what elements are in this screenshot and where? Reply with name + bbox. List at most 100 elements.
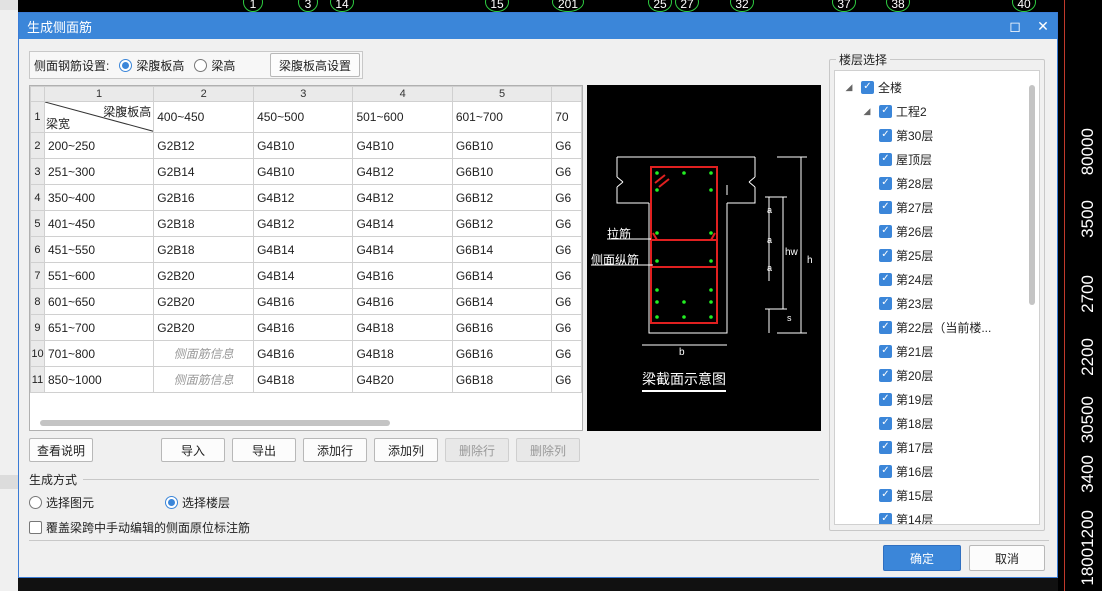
floor-item[interactable]: ✓ 第24层	[879, 267, 933, 291]
close-icon[interactable]: ✕	[1029, 13, 1057, 39]
rebar-cell[interactable]: G4B14	[253, 236, 354, 263]
rebar-cell[interactable]: G6	[551, 366, 582, 393]
floor-item[interactable]: ✓ 第15层	[879, 483, 933, 507]
rebar-cell[interactable]: G4B16	[253, 288, 354, 315]
checkbox-checked-icon[interactable]: ✓	[879, 488, 892, 502]
floor-item[interactable]: ✓ 第18层	[879, 411, 933, 435]
rebar-cell[interactable]: 侧面筋信息	[153, 366, 255, 393]
floor-item[interactable]: ✓ 第22层（当前楼...	[879, 315, 991, 339]
checkbox-checked-icon[interactable]: ✓	[879, 344, 892, 358]
row-number[interactable]: 3	[30, 158, 45, 185]
col-number[interactable]: 4	[352, 86, 453, 102]
checkbox-checked-icon[interactable]: ✓	[879, 248, 892, 262]
rebar-cell[interactable]: G4B10	[253, 132, 354, 159]
rebar-cell[interactable]: G4B18	[352, 314, 453, 341]
radio-beam-height[interactable]: 梁高	[194, 57, 235, 74]
tree-project-item[interactable]: ◢ ✓ 工程2	[861, 99, 927, 123]
rebar-cell[interactable]: G6B10	[451, 158, 553, 185]
rebar-cell[interactable]: G4B14	[352, 210, 453, 237]
col-number[interactable]	[551, 86, 582, 102]
rebar-cell[interactable]: G6	[551, 210, 582, 237]
beam-width-cell[interactable]: 350~400	[43, 184, 155, 211]
rebar-cell[interactable]: G6B14	[451, 288, 553, 315]
floor-item[interactable]: ✓ 第23层	[879, 291, 933, 315]
rebar-cell[interactable]: G4B10	[352, 132, 453, 159]
floor-item[interactable]: ✓ 第26层	[879, 219, 933, 243]
checkbox-checked-icon[interactable]: ✓	[879, 416, 892, 430]
horizontal-scrollbar[interactable]	[40, 420, 390, 426]
rebar-cell[interactable]: G4B14	[352, 236, 453, 263]
rebar-cell[interactable]: G6	[551, 288, 582, 315]
checkbox-checked-icon[interactable]: ✓	[879, 464, 892, 478]
checkbox-checked-icon[interactable]: ✓	[879, 224, 892, 238]
rebar-cell[interactable]: G2B20	[153, 288, 255, 315]
rebar-cell[interactable]: G4B16	[352, 288, 453, 315]
floor-item[interactable]: ✓ 第20层	[879, 363, 933, 387]
rebar-cell[interactable]: G2B14	[153, 158, 255, 185]
column-header[interactable]: 601~700	[451, 101, 553, 133]
column-header[interactable]: 400~450	[153, 101, 255, 133]
radio-select-element[interactable]: 选择图元	[29, 494, 155, 511]
beam-width-cell[interactable]: 551~600	[43, 262, 155, 289]
rebar-cell[interactable]: G4B12	[253, 184, 354, 211]
rebar-cell[interactable]: G4B12	[253, 210, 354, 237]
col-number[interactable]: 3	[253, 86, 354, 102]
rebar-cell[interactable]: 侧面筋信息	[153, 340, 255, 367]
column-header[interactable]: 70	[551, 101, 582, 133]
delete-row-button[interactable]: 删除行	[445, 438, 509, 462]
row-number[interactable]: 7	[30, 262, 45, 289]
row-number[interactable]: 10	[30, 340, 45, 367]
floor-item[interactable]: ✓ 屋顶层	[879, 147, 932, 171]
row-number[interactable]: 8	[30, 288, 45, 315]
checkbox-checked-icon[interactable]: ✓	[879, 104, 892, 118]
checkbox-checked-icon[interactable]: ✓	[879, 392, 892, 406]
rebar-cell[interactable]: G6B12	[451, 210, 553, 237]
row-number[interactable]: 5	[30, 210, 45, 237]
web-height-settings-button[interactable]: 梁腹板高设置	[270, 53, 360, 77]
row-number[interactable]: 11	[30, 366, 45, 393]
rebar-cell[interactable]: G6B14	[451, 236, 553, 263]
rebar-cell[interactable]: G6B10	[451, 132, 553, 159]
checkbox-checked-icon[interactable]: ✓	[861, 80, 874, 94]
diagonal-header-cell[interactable]: 梁腹板高 梁宽	[43, 101, 155, 133]
row-number[interactable]: 6	[30, 236, 45, 263]
add-row-button[interactable]: 添加行	[303, 438, 367, 462]
radio-select-floor[interactable]: 选择楼层	[165, 494, 230, 511]
import-button[interactable]: 导入	[161, 438, 225, 462]
rebar-cell[interactable]: G6B18	[451, 366, 553, 393]
rebar-cell[interactable]: G4B16	[253, 314, 354, 341]
row-number[interactable]: 1	[30, 101, 45, 133]
rebar-cell[interactable]: G4B12	[352, 158, 453, 185]
row-number[interactable]: 2	[30, 132, 45, 159]
beam-width-cell[interactable]: 601~650	[43, 288, 155, 315]
rebar-cell[interactable]: G6	[551, 340, 582, 367]
floor-item[interactable]: ✓ 第30层	[879, 123, 933, 147]
rebar-cell[interactable]: G2B18	[153, 210, 255, 237]
rebar-cell[interactable]: G6	[551, 236, 582, 263]
floor-item[interactable]: ✓ 第19层	[879, 387, 933, 411]
rebar-cell[interactable]: G2B18	[153, 236, 255, 263]
rebar-grid[interactable]: 1 2 3 4 5 1 梁腹板高 梁宽 400~450 450~500 501~…	[29, 85, 583, 431]
beam-width-cell[interactable]: 850~1000	[43, 366, 155, 393]
floor-item[interactable]: ✓ 第28层	[879, 171, 933, 195]
checkbox-checked-icon[interactable]: ✓	[879, 512, 892, 524]
row-number[interactable]: 4	[30, 184, 45, 211]
floor-item[interactable]: ✓ 第17层	[879, 435, 933, 459]
checkbox-checked-icon[interactable]: ✓	[879, 320, 892, 334]
rebar-cell[interactable]: G2B20	[153, 262, 255, 289]
rebar-cell[interactable]: G6	[551, 158, 582, 185]
checkbox-checked-icon[interactable]: ✓	[879, 176, 892, 190]
help-button[interactable]: 查看说明	[29, 438, 93, 462]
export-button[interactable]: 导出	[232, 438, 296, 462]
col-number[interactable]: 1	[43, 86, 155, 102]
rebar-cell[interactable]: G4B18	[352, 340, 453, 367]
delete-column-button[interactable]: 删除列	[516, 438, 580, 462]
overwrite-checkbox[interactable]: 覆盖梁跨中手动编辑的侧面原位标注筋	[29, 519, 250, 536]
rebar-cell[interactable]: G6	[551, 184, 582, 211]
checkbox-checked-icon[interactable]: ✓	[879, 200, 892, 214]
checkbox-checked-icon[interactable]: ✓	[879, 272, 892, 286]
floor-item[interactable]: ✓ 第16层	[879, 459, 933, 483]
rebar-cell[interactable]: G6B16	[451, 340, 553, 367]
rebar-cell[interactable]: G2B20	[153, 314, 255, 341]
floor-item[interactable]: ✓ 第14层	[879, 507, 933, 524]
